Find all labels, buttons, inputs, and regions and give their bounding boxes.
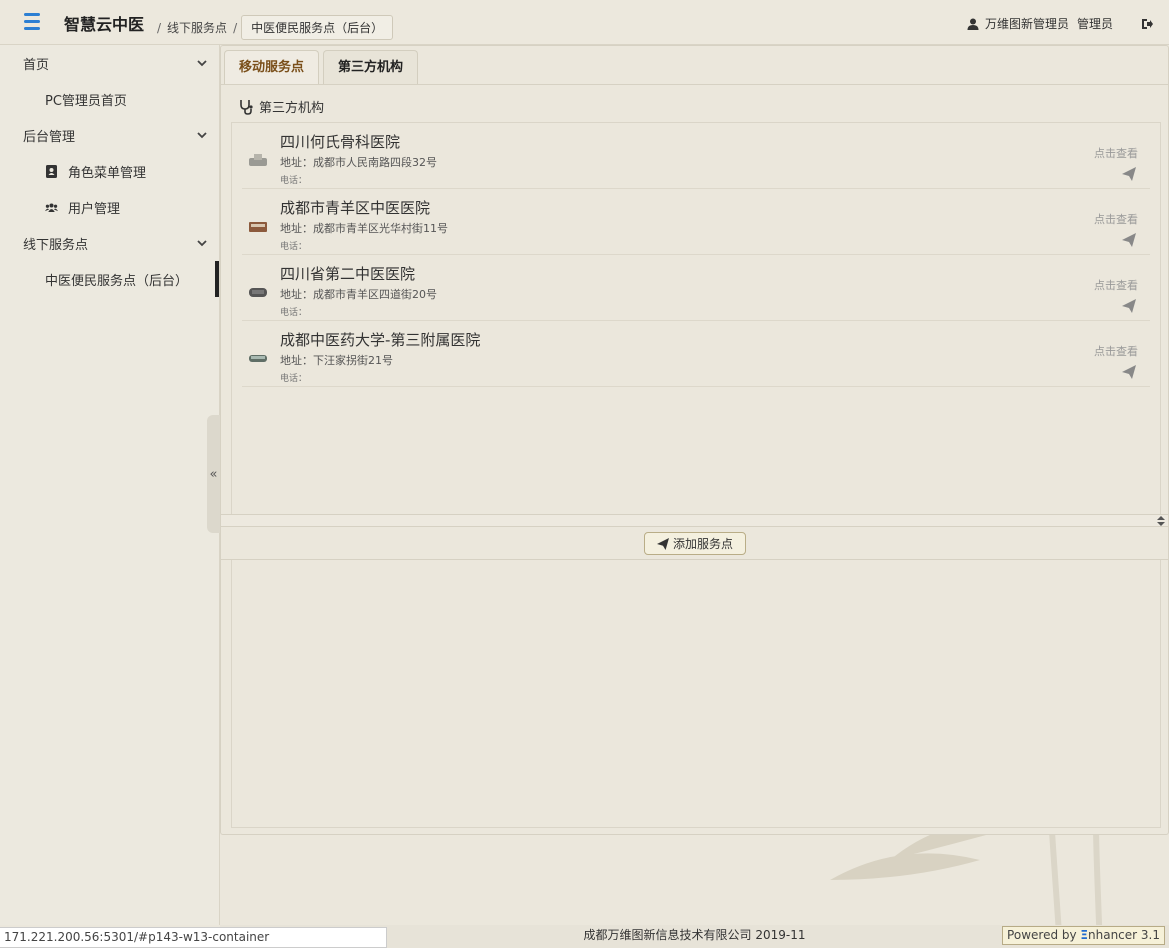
logout-icon[interactable]	[1141, 18, 1153, 30]
sidebar-group-label: 线下服务点	[23, 237, 89, 253]
add-service-point-button[interactable]: 添加服务点	[644, 532, 747, 555]
view-details-link[interactable]: 点击查看	[1094, 277, 1138, 293]
institution-name: 成都中医药大学-第三附属医院	[280, 331, 481, 349]
hospital-thumbnail-icon	[249, 222, 267, 232]
tab-third-party[interactable]: 第三方机构	[323, 50, 419, 84]
powered-suffix: nhancer 3.1	[1088, 928, 1160, 942]
view-details-link[interactable]: 点击查看	[1094, 145, 1138, 161]
section-title: 第三方机构	[239, 97, 324, 116]
powered-prefix: Powered by	[1007, 928, 1081, 942]
sidebar-group-home[interactable]: 首页	[0, 45, 219, 81]
main-panel: 移动服务点 第三方机构 第三方机构 四川何氏骨科医院 地址：成都市人民南路四段3…	[220, 45, 1169, 835]
list-item[interactable]: 成都中医药大学-第三附属医院 地址：下汪家拐街21号 电话： 点击查看	[242, 321, 1150, 387]
sidebar: 首页 PC管理员首页 后台管理 角色菜单管理 用户管理 线下服务点 中医便民服务…	[0, 45, 220, 925]
sidebar-collapse-handle[interactable]: «	[207, 415, 220, 533]
chevron-down-icon	[197, 240, 207, 247]
lower-content-area	[231, 560, 1161, 828]
sidebar-group-label: 后台管理	[23, 129, 76, 145]
institution-phone: 电话：	[280, 176, 308, 186]
user-role: 管理员	[1076, 17, 1113, 31]
breadcrumb: / 线下服务点 / 中医便民服务点（后台）	[157, 15, 394, 40]
sidebar-group-offline-service[interactable]: 线下服务点	[0, 225, 219, 261]
sidebar-item-users[interactable]: 用户管理	[0, 189, 219, 225]
sidebar-item-pc-admin-home[interactable]: PC管理员首页	[0, 81, 219, 117]
up-down-arrows-icon[interactable]	[1157, 516, 1165, 526]
institution-list: 四川何氏骨科医院 地址：成都市人民南路四段32号 电话： 点击查看 成都市青羊区…	[231, 122, 1161, 515]
sidebar-item-role-menu[interactable]: 角色菜单管理	[0, 153, 219, 189]
add-service-point-label: 添加服务点	[673, 537, 734, 551]
list-item[interactable]: 四川何氏骨科医院 地址：成都市人民南路四段32号 电话： 点击查看	[242, 123, 1150, 189]
institution-phone: 电话：	[280, 308, 308, 318]
breadcrumb-separator: /	[233, 20, 238, 35]
sidebar-item-tcm-service-point[interactable]: 中医便民服务点（后台）	[0, 261, 219, 297]
add-row: 添加服务点	[221, 527, 1168, 560]
user-icon	[967, 18, 979, 30]
sidebar-item-label: PC管理员首页	[45, 93, 127, 109]
tab-mobile-service[interactable]: 移动服务点	[224, 50, 320, 84]
institution-address: 地址：成都市青羊区四道街20号	[280, 288, 437, 301]
list-item[interactable]: 成都市青羊区中医医院 地址：成都市青羊区光华村街11号 电话： 点击查看	[242, 189, 1150, 255]
chevron-down-icon	[197, 60, 207, 67]
institution-address: 地址：下汪家拐街21号	[280, 354, 393, 367]
breadcrumb-current[interactable]: 中医便民服务点（后台）	[241, 15, 394, 40]
institution-address: 地址：成都市青羊区光华村街11号	[280, 222, 448, 235]
view-details-link[interactable]: 点击查看	[1094, 343, 1138, 359]
user-name[interactable]: 万维图新管理员	[985, 15, 1069, 32]
paper-plane-icon[interactable]	[1122, 365, 1136, 379]
tab-bar: 移动服务点 第三方机构	[224, 50, 422, 84]
institution-phone: 电话：	[280, 242, 308, 252]
sidebar-group-backend[interactable]: 后台管理	[0, 117, 219, 153]
institution-phone: 电话：	[280, 374, 308, 384]
stethoscope-icon	[240, 99, 253, 115]
user-area: 万维图新管理员 管理员	[967, 15, 1153, 32]
resize-splitter[interactable]	[221, 514, 1168, 527]
section-title-text: 第三方机构	[259, 101, 325, 116]
institution-name: 四川省第二中医医院	[280, 265, 416, 283]
breadcrumb-separator: /	[157, 20, 162, 35]
status-bar-url: 171.221.200.56:5301/#p143-w13-container	[0, 927, 387, 948]
paper-plane-icon	[657, 537, 669, 550]
hospital-thumbnail-icon	[249, 154, 267, 166]
contact-card-icon	[46, 164, 57, 178]
hospital-thumbnail-icon	[249, 355, 267, 362]
menu-toggle-icon[interactable]	[24, 13, 40, 31]
top-header: 智慧云中医 / 线下服务点 / 中医便民服务点（后台） 万维图新管理员 管理员	[0, 0, 1169, 45]
breadcrumb-item-offline-service[interactable]: 线下服务点	[167, 19, 227, 36]
institution-address: 地址：成都市人民南路四段32号	[280, 156, 437, 169]
paper-plane-icon[interactable]	[1122, 299, 1136, 313]
institution-name: 四川何氏骨科医院	[280, 133, 401, 151]
list-item[interactable]: 四川省第二中医医院 地址：成都市青羊区四道街20号 电话： 点击查看	[242, 255, 1150, 321]
institution-name: 成都市青羊区中医医院	[280, 199, 431, 217]
paper-plane-icon[interactable]	[1122, 167, 1136, 181]
sidebar-group-label: 首页	[23, 57, 50, 73]
powered-by-badge: Powered by Ξnhancer 3.1	[1002, 926, 1165, 945]
users-icon	[45, 202, 58, 212]
view-details-link[interactable]: 点击查看	[1094, 211, 1138, 227]
hospital-thumbnail-icon	[249, 288, 267, 297]
enhancer-logo-icon: Ξ	[1080, 928, 1089, 942]
app-title: 智慧云中医	[64, 15, 145, 34]
chevron-down-icon	[197, 132, 207, 139]
paper-plane-icon[interactable]	[1122, 233, 1136, 247]
sidebar-item-label: 角色菜单管理	[68, 165, 147, 181]
sidebar-item-label: 用户管理	[68, 201, 121, 217]
tab-divider	[221, 84, 1168, 85]
sidebar-item-label: 中医便民服务点（后台）	[45, 273, 189, 289]
